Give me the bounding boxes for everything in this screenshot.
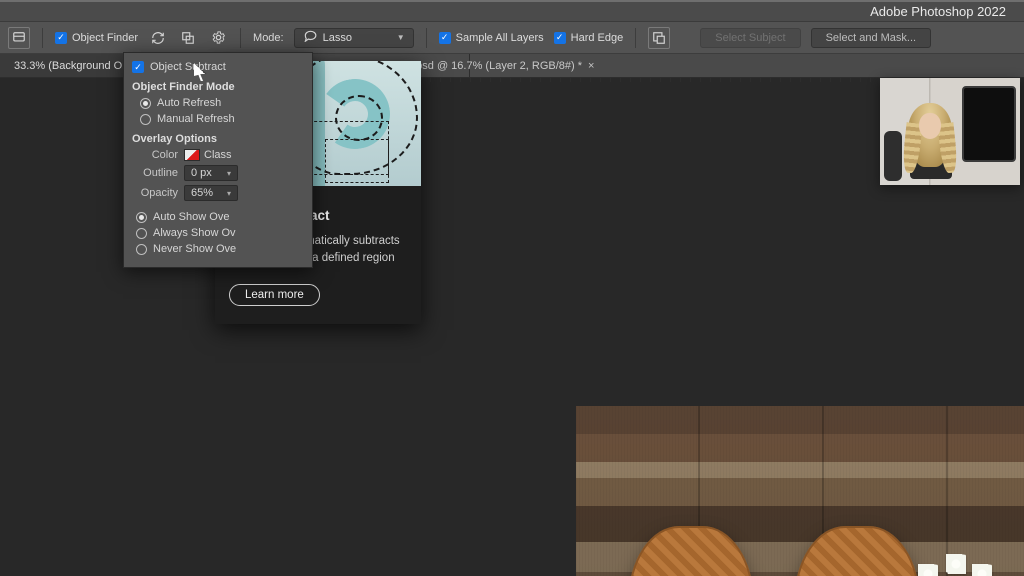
checkbox-checked-icon [439, 32, 451, 44]
finder-mode-heading: Object Finder Mode [132, 79, 304, 95]
refresh-icon[interactable] [148, 28, 168, 48]
divider [426, 28, 427, 48]
radio-unchecked-icon [136, 228, 147, 239]
never-show-overlay-radio[interactable]: Never Show Ove [132, 241, 304, 257]
outline-input[interactable]: 0 px▾ [184, 165, 238, 181]
hard-edge-label: Hard Edge [571, 32, 624, 44]
mode-select[interactable]: Lasso ▼ [294, 28, 414, 48]
hard-edge-toggle[interactable]: Hard Edge [554, 32, 624, 44]
monitor-icon [962, 86, 1016, 162]
radio-unchecked-icon [136, 244, 147, 255]
selection-options-popover: Object Subtract Object Finder Mode Auto … [123, 52, 313, 268]
opacity-input[interactable]: 65%▾ [184, 185, 238, 201]
always-show-overlay-radio[interactable]: Always Show Ov [132, 225, 304, 241]
flower-bouquet [906, 556, 1006, 576]
sample-all-layers-toggle[interactable]: Sample All Layers [439, 32, 544, 44]
subtract-area-icon[interactable] [648, 27, 670, 49]
overlay-outline-row[interactable]: Outline 0 px▾ [132, 163, 304, 183]
checkbox-checked-icon [132, 61, 144, 73]
mode-label: Mode: [253, 32, 284, 44]
color-swatch-name: Class [204, 149, 232, 161]
lasso-icon [303, 30, 317, 45]
select-subject-button[interactable]: Select Subject [700, 28, 800, 48]
auto-refresh-label: Auto Refresh [157, 97, 221, 109]
document-image[interactable] [576, 406, 1024, 576]
overlay-opacity-row[interactable]: Opacity 65%▾ [132, 183, 304, 203]
object-subtract-label: Object Subtract [150, 61, 226, 73]
overlay-heading: Overlay Options [132, 131, 304, 147]
app-title: Adobe Photoshop 2022 [870, 4, 1006, 19]
never-show-overlay-label: Never Show Ove [153, 243, 236, 255]
radio-checked-icon [136, 212, 147, 223]
radio-checked-icon [140, 98, 151, 109]
color-label: Color [132, 149, 178, 161]
opacity-label: Opacity [132, 187, 178, 199]
app-title-bar: Adobe Photoshop 2022 [0, 0, 1024, 22]
webcam-overlay [880, 78, 1020, 185]
manual-refresh-radio[interactable]: Manual Refresh [132, 111, 304, 127]
auto-refresh-radio[interactable]: Auto Refresh [132, 95, 304, 111]
color-swatch-icon[interactable] [184, 149, 200, 161]
divider [240, 28, 241, 48]
auto-show-overlay-radio[interactable]: Auto Show Ove [132, 209, 304, 225]
divider [42, 28, 43, 48]
auto-show-overlay-label: Auto Show Ove [153, 211, 229, 223]
tab-title: 33.3% (Background Obje [14, 60, 137, 72]
close-icon[interactable]: × [588, 60, 594, 72]
tool-preset-icon[interactable] [8, 27, 30, 49]
divider [635, 28, 636, 48]
always-show-overlay-label: Always Show Ov [153, 227, 236, 239]
object-finder-label: Object Finder [72, 32, 138, 44]
presenter-avatar [902, 99, 958, 179]
checkbox-checked-icon [554, 32, 566, 44]
mode-value: Lasso [323, 32, 352, 44]
sample-all-layers-label: Sample All Layers [456, 32, 544, 44]
tool-options-bar: Object Finder Mode: Lasso ▼ Sample All L… [0, 22, 1024, 54]
select-and-mask-button[interactable]: Select and Mask... [811, 28, 932, 48]
radio-unchecked-icon [140, 114, 151, 125]
outline-label: Outline [132, 167, 178, 179]
overlay-color-row[interactable]: Color Class [132, 147, 304, 163]
overlay-icon[interactable] [178, 28, 198, 48]
learn-more-button[interactable]: Learn more [229, 284, 320, 306]
chevron-down-icon: ▼ [397, 33, 405, 42]
manual-refresh-label: Manual Refresh [157, 113, 235, 125]
gear-icon[interactable] [208, 28, 228, 48]
checkbox-checked-icon [55, 32, 67, 44]
object-finder-toggle[interactable]: Object Finder [55, 32, 138, 44]
object-subtract-toggle[interactable]: Object Subtract [132, 59, 304, 75]
